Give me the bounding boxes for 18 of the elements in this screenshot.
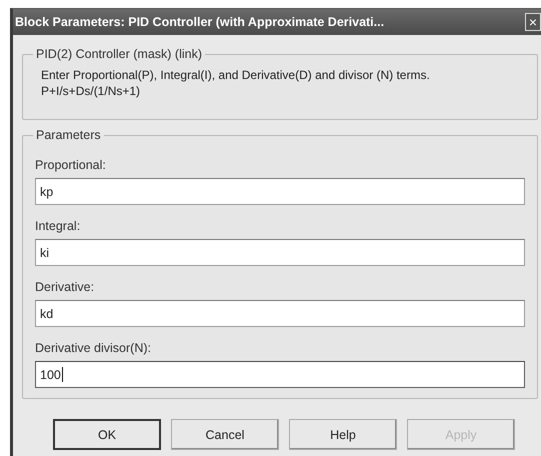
input-field[interactable]: kp [35, 178, 525, 205]
input-field[interactable]: kd [35, 300, 525, 327]
group-title: PID(2) Controller (mask) (link) [35, 47, 203, 61]
group-title: Parameters [35, 128, 102, 142]
cancel-button[interactable]: Cancel [171, 419, 279, 450]
help-button[interactable]: Help [289, 419, 397, 450]
field-label: Proportional: [35, 158, 107, 172]
ok-button[interactable]: OK [53, 419, 161, 450]
input-field[interactable]: ki [35, 239, 525, 266]
field-label: Integral: [35, 219, 82, 233]
window-title: Block Parameters: PID Controller (with Approximate Derivati... [15, 15, 384, 29]
input-field[interactable]: 100 [35, 361, 525, 388]
field-label: Derivative divisor(N): [35, 341, 152, 355]
description-text: P+I/s+Ds/(1/Ns+1) [41, 83, 142, 99]
field-label: Derivative: [35, 280, 96, 294]
close-button[interactable]: × [525, 13, 541, 31]
description-text: Enter Proportional(P), Integral(I), and Derivative(D) and divisor (N) terms. [41, 67, 431, 83]
text-cursor [62, 367, 63, 382]
